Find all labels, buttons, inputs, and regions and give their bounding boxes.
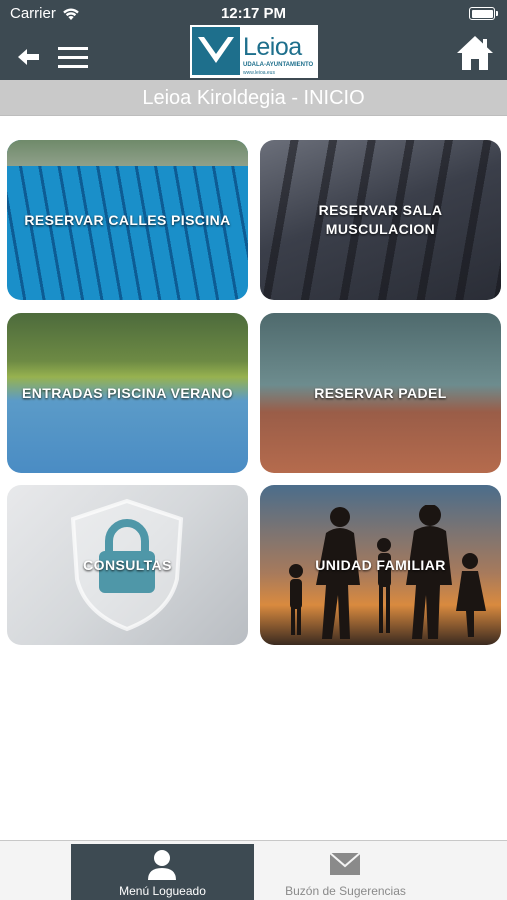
logo-name: Leioa — [243, 33, 302, 61]
tab-label: Menú Logueado — [119, 884, 206, 898]
tile-label: ENTRADAS PISCINA VERANO — [22, 384, 233, 401]
tile-unidad-familiar[interactable]: UNIDAD FAMILIAR — [260, 485, 501, 645]
logo-mark-icon — [192, 27, 240, 75]
tile-entradas-piscina-verano[interactable]: ENTRADAS PISCINA VERANO — [7, 313, 248, 473]
tile-reservar-calles-piscina[interactable]: RESERVAR CALLES PISCINA — [7, 140, 248, 300]
app-screen: Carrier 12:17 PM Leioa UDALA-AYUNTAMIENT… — [0, 0, 507, 900]
tab-bar: Menú Logueado Buzón de Sugerencias — [0, 840, 507, 900]
tile-reservar-padel[interactable]: RESERVAR PADEL — [260, 313, 501, 473]
tab-buzon-sugerencias[interactable]: Buzón de Sugerencias — [254, 844, 437, 900]
tile-label: CONSULTAS — [83, 556, 172, 573]
tile-label: RESERVAR SALA MUSCULACION — [318, 202, 443, 237]
status-time: 12:17 PM — [220, 5, 287, 22]
logo-subtitle: UDALA-AYUNTAMIENTO — [243, 62, 314, 68]
back-arrow-icon[interactable] — [16, 44, 42, 70]
tile-label: RESERVAR CALLES PISCINA — [24, 211, 231, 228]
page-title: Leioa Kiroldegia - INICIO — [0, 80, 507, 116]
logo-web: www.leioa.eus — [243, 70, 275, 76]
tile-label: RESERVAR PADEL — [314, 384, 447, 401]
tile-consultas[interactable]: CONSULTAS — [7, 485, 248, 645]
status-bar: Carrier 12:17 PM — [0, 0, 507, 26]
header-bar: Carrier 12:17 PM Leioa UDALA-AYUNTAMIENT… — [0, 0, 507, 80]
person-icon — [148, 850, 176, 880]
tile-reservar-sala-musculacion[interactable]: RESERVAR SALA MUSCULACION — [260, 140, 501, 300]
battery-icon — [469, 7, 498, 20]
tab-menu-logueado[interactable]: Menú Logueado — [71, 844, 254, 900]
tile-label: UNIDAD FAMILIAR — [315, 556, 446, 573]
home-icon[interactable] — [455, 33, 495, 73]
leioa-logo: Leioa UDALA-AYUNTAMIENTO www.leioa.eus — [190, 25, 318, 78]
hamburger-menu-icon[interactable] — [56, 44, 90, 72]
tab-label: Buzón de Sugerencias — [285, 884, 406, 898]
envelope-icon — [329, 852, 361, 875]
